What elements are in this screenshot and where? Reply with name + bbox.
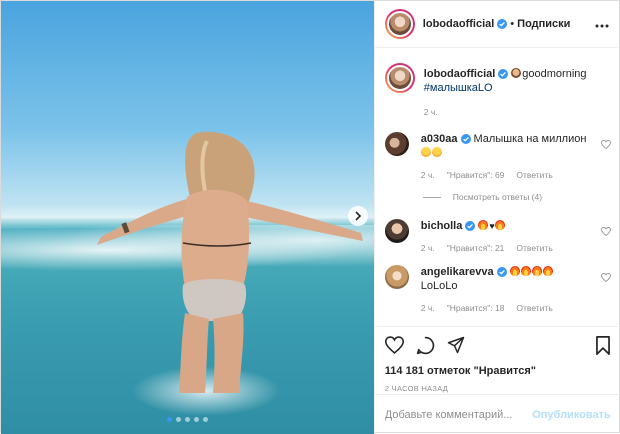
caption-hashtag[interactable]: #малышкаLO [424, 82, 493, 94]
caption: lobodaofficial goodmorning #малышкаLO 2 ч… [384, 63, 611, 117]
likes-count[interactable]: 114 181 отметок "Нравится" [385, 365, 611, 377]
author-avatar[interactable] [384, 9, 415, 39]
reply-button[interactable]: Ответить [516, 303, 552, 313]
verified-badge-icon [496, 267, 507, 277]
caption-text: lobodaofficial goodmorning #малышкаLO [424, 67, 611, 95]
comment-bubble-icon[interactable] [416, 336, 435, 355]
comment-item: a030aa Малышка на миллион 2 ч. "Нравится"… [384, 132, 611, 180]
carousel-dot [194, 417, 199, 422]
comment-time: 2 ч. [420, 170, 435, 180]
publish-button[interactable]: Опубликовать [532, 409, 611, 421]
verified-badge-icon [460, 134, 471, 144]
post-timestamp: 2 ЧАСОВ НАЗАД [384, 384, 449, 393]
commenter-avatar[interactable] [384, 219, 409, 243]
comment-text: a030aa Малышка на миллион [420, 132, 611, 160]
caption-message: goodmorning [522, 68, 587, 80]
following-button[interactable]: Подписки [517, 18, 570, 30]
fire-emoji-icon [509, 266, 520, 276]
comment-time: 2 ч. [420, 303, 435, 313]
monkey-emoji-icon [511, 68, 522, 78]
commenter-avatar[interactable] [384, 132, 409, 156]
comment-username[interactable]: a030aa [421, 133, 458, 145]
header-separator: • [510, 18, 515, 30]
grin-emoji-icon [420, 147, 431, 157]
comment-meta: 2 ч. "Нравится": 69 Ответить [421, 170, 611, 180]
caption-meta: 2 ч. [424, 107, 611, 117]
comment-body: bicholla ♥ 2 ч. "Нравится": 21 Ответить [421, 219, 611, 253]
carousel-dot [167, 417, 172, 422]
fire-emoji-icon [478, 220, 489, 230]
comment-item: bicholla ♥ 2 ч. "Нравится": 21 Ответить [384, 219, 611, 253]
caption-username[interactable]: lobodaofficial [424, 68, 496, 80]
carousel-dot [203, 417, 208, 422]
comment-time: 2 ч. [420, 243, 435, 253]
author-avatar[interactable] [384, 63, 415, 93]
author-username[interactable]: lobodaofficial [423, 18, 495, 30]
carousel-dot [176, 417, 181, 422]
commenter-avatar[interactable] [384, 265, 409, 289]
add-comment-bar: Опубликовать [374, 394, 620, 434]
verified-badge-icon [498, 69, 509, 79]
post-header: lobodaofficial • Подписки [374, 1, 619, 48]
comment-like-heart-icon[interactable] [600, 273, 611, 282]
fire-emoji-icon [494, 220, 505, 230]
replies-divider-line [422, 196, 441, 198]
verified-badge-icon [497, 19, 508, 29]
view-replies-label: Посмотреть ответы (4) [452, 192, 543, 202]
comment-like-heart-icon[interactable] [600, 227, 611, 236]
comment-likes[interactable]: "Нравится": 21 [447, 243, 505, 253]
comment-likes[interactable]: "Нравится": 69 [447, 170, 505, 180]
share-paper-plane-icon[interactable] [447, 336, 465, 354]
comment-text: bicholla ♥ [421, 219, 611, 233]
fire-emoji-icon [542, 266, 553, 276]
view-replies-button[interactable]: Посмотреть ответы (4) [422, 192, 611, 202]
comment-message: LoLoLo [420, 280, 458, 292]
comment-likes[interactable]: "Нравится": 18 [447, 303, 505, 313]
caption-body: lobodaofficial goodmorning #малышкаLO 2 ч… [424, 63, 611, 117]
post-actions: 114 181 отметок "Нравится" 2 ЧАСОВ НАЗАД [374, 326, 620, 393]
carousel-dot [185, 417, 190, 422]
carousel-indicator [167, 417, 208, 422]
comment-message: Малышка на миллион [473, 133, 587, 145]
verified-badge-icon [465, 221, 476, 231]
like-heart-icon[interactable] [384, 336, 404, 354]
comment-input[interactable] [384, 408, 533, 421]
comment-like-heart-icon[interactable] [600, 140, 611, 149]
comment-body: angelikarevva LoLoLo 2 ч. "Нравится": 18… [421, 265, 611, 313]
comment-username[interactable]: bicholla [421, 220, 463, 232]
woman-figure [97, 131, 363, 393]
post-photo[interactable] [1, 1, 374, 434]
reply-button[interactable]: Ответить [516, 170, 552, 180]
comment-meta: 2 ч. "Нравится": 18 Ответить [421, 303, 611, 313]
chevron-right-icon [355, 211, 361, 221]
instagram-post: lobodaofficial • Подписки lobodaofficial… [0, 0, 620, 434]
comment-username[interactable]: angelikarevva [421, 266, 494, 278]
comment-meta: 2 ч. "Нравится": 21 Ответить [421, 243, 611, 253]
comment-text: angelikarevva LoLoLo [421, 265, 611, 293]
comment-body: a030aa Малышка на миллион 2 ч. "Нравится"… [420, 132, 611, 180]
more-options-icon[interactable] [595, 15, 609, 33]
black-heart-emoji-icon: ♥ [489, 221, 495, 231]
post-sidebar: lobodaofficial • Подписки lobodaofficial… [373, 1, 620, 434]
carousel-next-button[interactable] [347, 206, 368, 226]
save-bookmark-icon[interactable] [595, 335, 611, 355]
comment-item: angelikarevva LoLoLo 2 ч. "Нравится": 18… [384, 265, 611, 313]
comments-list[interactable]: lobodaofficial goodmorning #малышкаLO 2 ч… [375, 49, 620, 326]
fire-emoji-icon [531, 266, 542, 276]
caption-time: 2 ч. [423, 107, 438, 117]
grin-emoji-icon [431, 147, 442, 157]
action-icons-row [384, 333, 611, 357]
fire-emoji-icon [520, 266, 531, 276]
reply-button[interactable]: Ответить [516, 243, 552, 253]
